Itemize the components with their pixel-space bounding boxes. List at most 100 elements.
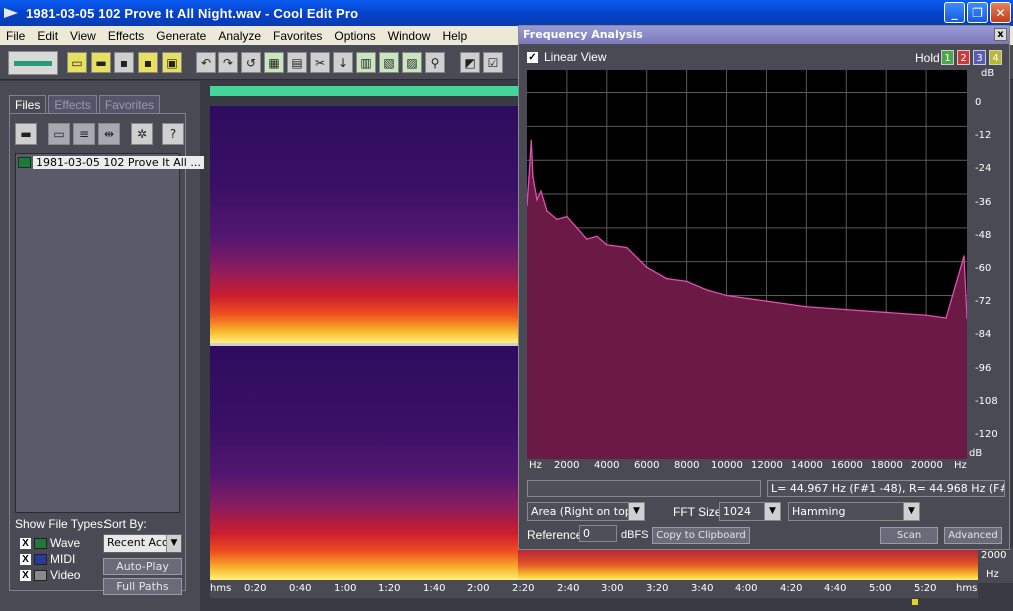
hold-button-1[interactable]: 1 — [941, 50, 954, 65]
menu-favorites[interactable]: Favorites — [267, 29, 328, 43]
close-icon[interactable]: x — [994, 28, 1007, 41]
paste-mix-icon[interactable]: ↓ — [333, 52, 353, 73]
new-file-icon[interactable]: ▭ — [67, 52, 87, 73]
paste-icon[interactable]: ▤ — [287, 52, 307, 73]
tab-favorites[interactable]: Favorites — [98, 95, 161, 113]
chevron-down-icon[interactable]: ▼ — [628, 503, 644, 520]
db-scale: dB 0 -12 -24 -36 -48 -60 -72 -84 -96 -10… — [967, 68, 1007, 460]
save-as-icon[interactable]: ▪ — [138, 52, 158, 73]
menu-window[interactable]: Window — [382, 29, 437, 43]
status-strip — [200, 598, 1013, 611]
graph-type-select[interactable]: Area (Right on top) ▼ — [527, 502, 645, 521]
video-checkbox[interactable]: X — [20, 569, 31, 581]
window-function-select[interactable]: Hamming ▼ — [788, 502, 920, 521]
open-folder-icon[interactable]: ▬ — [91, 52, 111, 73]
hold-button-2[interactable]: 2 — [957, 50, 970, 65]
advanced-button[interactable]: Advanced — [944, 527, 1002, 544]
spectral-view-visible-edge[interactable] — [518, 548, 978, 580]
auto-play-button[interactable]: Auto-Play — [103, 558, 182, 575]
zoom-icon[interactable]: ⚲ — [425, 52, 445, 73]
spectral-view-left-channel[interactable] — [210, 106, 518, 343]
wave-checkbox[interactable]: X — [20, 537, 31, 549]
file-list[interactable]: 1981-03-05 102 Prove It All ... — [15, 153, 204, 513]
menu-generate[interactable]: Generate — [150, 29, 212, 43]
spectrum-point — [556, 218, 558, 221]
settings-icon[interactable]: ✲ — [131, 123, 153, 145]
frequency-analysis-title: Frequency Analysis x — [519, 26, 1009, 44]
silence-icon[interactable]: ▧ — [379, 52, 399, 73]
freq-ruler-unit: Hz — [986, 569, 999, 580]
time-tick: 1:20 — [378, 583, 401, 594]
sort-by-select[interactable]: Recent Acc ▼ — [103, 534, 182, 553]
chevron-down-icon[interactable]: ▼ — [764, 503, 780, 520]
multitrack-toggle-button[interactable] — [8, 51, 58, 75]
tab-effects[interactable]: Effects — [48, 95, 97, 113]
copy-icon[interactable]: ▦ — [264, 52, 284, 73]
chevron-down-icon[interactable]: ▼ — [903, 503, 919, 520]
menu-file[interactable]: File — [0, 29, 31, 43]
menu-edit[interactable]: Edit — [31, 29, 64, 43]
close-file-icon[interactable]: ▭ — [48, 123, 70, 145]
redo-icon[interactable]: ↷ — [218, 52, 238, 73]
help-icon[interactable]: ? — [162, 123, 184, 145]
spectrum-point — [546, 210, 548, 212]
filetype-wave[interactable]: X Wave — [20, 536, 80, 550]
restore-button[interactable]: ❐ — [967, 2, 988, 23]
list-item[interactable]: 1981-03-05 102 Prove It All ... — [18, 156, 204, 169]
save-icon[interactable]: ▪ — [114, 52, 134, 73]
fft-size-value: 1024 — [723, 505, 751, 518]
midi-checkbox[interactable]: X — [20, 553, 31, 565]
insert-file-icon[interactable]: ≡ — [73, 123, 95, 145]
hold-button-3[interactable]: 3 — [973, 50, 986, 65]
time-tick: 2:20 — [512, 583, 535, 594]
spectrum-plot[interactable] — [526, 70, 968, 459]
sort-by-label: Sort By: — [104, 517, 147, 531]
filetype-midi[interactable]: X MIDI — [20, 552, 75, 566]
save-all-icon[interactable]: ▣ — [162, 52, 182, 73]
time-tick: 4:00 — [735, 583, 758, 594]
db-tick: -120 — [975, 429, 998, 440]
undo-icon[interactable]: ↶ — [196, 52, 216, 73]
wave-file-icon — [18, 157, 31, 168]
full-paths-button[interactable]: Full Paths — [103, 578, 182, 595]
mix-file-icon[interactable]: ⇹ — [98, 123, 120, 145]
checkbox-icon[interactable]: ☑ — [483, 52, 503, 73]
menu-analyze[interactable]: Analyze — [212, 29, 267, 43]
hold-button-4[interactable]: 4 — [989, 50, 1002, 65]
open-file-icon[interactable]: ▬ — [15, 123, 37, 145]
spectrum-point — [586, 238, 588, 240]
hz-tick: 12000 — [751, 460, 783, 471]
spectral-view-right-channel[interactable] — [210, 346, 518, 580]
copy-to-clipboard-button[interactable]: Copy to Clipboard — [652, 527, 750, 544]
time-ruler[interactable]: hms 0:20 0:40 1:00 1:20 1:40 2:00 2:20 2… — [210, 580, 978, 598]
fft-size-select[interactable]: 1024 ▼ — [719, 502, 781, 521]
linear-view-checkbox[interactable]: ✓ — [527, 51, 538, 63]
close-button[interactable]: ✕ — [990, 2, 1011, 23]
cue-marker[interactable] — [912, 599, 918, 605]
envelope-icon[interactable]: ◩ — [460, 52, 480, 73]
select-icon[interactable]: ▨ — [402, 52, 422, 73]
time-tick: 5:20 — [914, 583, 937, 594]
reference-input[interactable]: 0 — [579, 525, 617, 542]
time-tick: 3:00 — [601, 583, 624, 594]
trim-icon[interactable]: ▥ — [356, 52, 376, 73]
menu-options[interactable]: Options — [328, 29, 381, 43]
scan-button[interactable]: Scan — [880, 527, 938, 544]
frequency-analysis-title-text: Frequency Analysis — [523, 28, 643, 41]
linear-view-toggle[interactable]: ✓ Linear View — [527, 50, 606, 64]
menu-help[interactable]: Help — [436, 29, 473, 43]
filetype-video[interactable]: X Video — [20, 568, 80, 582]
repeat-icon[interactable]: ↺ — [241, 52, 261, 73]
spectrum-point — [645, 266, 648, 269]
cut-icon[interactable]: ✂ — [310, 52, 330, 73]
minimize-button[interactable]: _ — [944, 2, 965, 23]
spectrum-point — [596, 235, 598, 238]
chevron-down-icon[interactable]: ▼ — [166, 535, 181, 552]
time-tick: 3:40 — [691, 583, 714, 594]
tab-files[interactable]: Files — [9, 95, 47, 113]
overview-bar[interactable] — [210, 86, 518, 96]
menu-view[interactable]: View — [64, 29, 102, 43]
db-tick: -12 — [975, 130, 992, 141]
menu-effects[interactable]: Effects — [102, 29, 150, 43]
db-unit-top: dB — [981, 68, 995, 79]
